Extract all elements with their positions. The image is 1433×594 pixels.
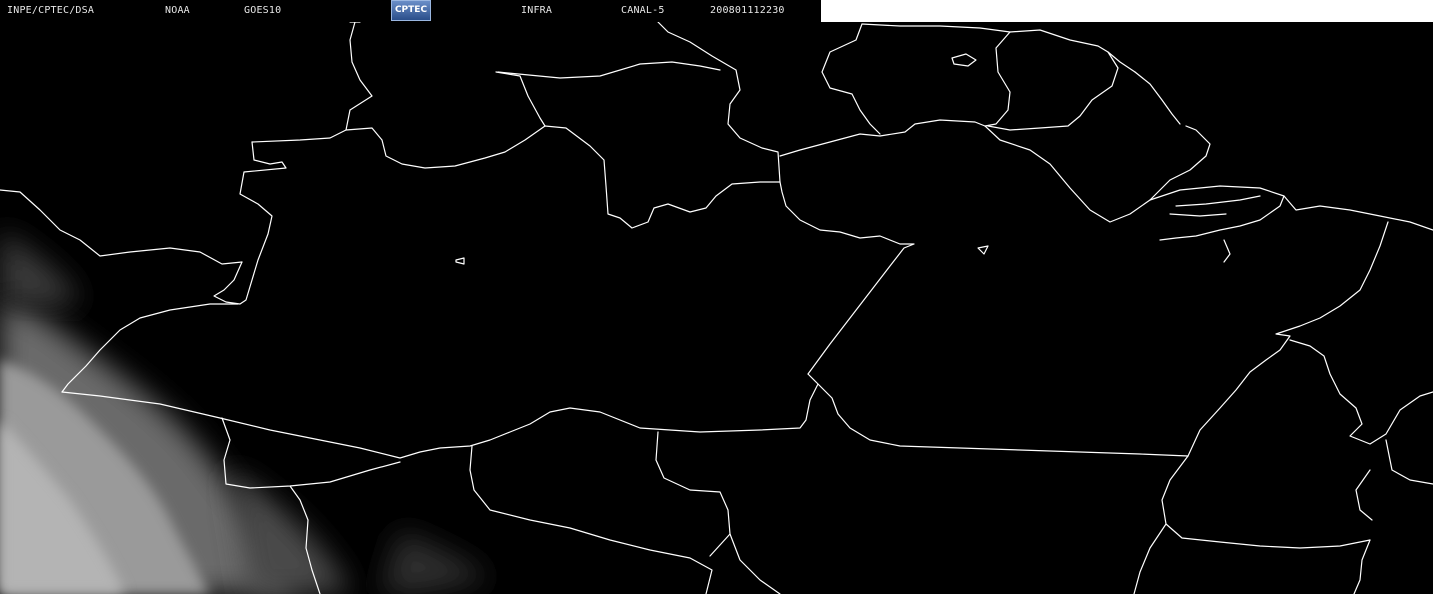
border-venezuela-upper [497,61,721,79]
amazon-delta-islands [1169,195,1261,263]
datetime-label: 200801112230 [710,5,785,16]
operator-label: NOAA [165,5,190,16]
border-amazonas-para [779,181,915,375]
border-rondonia-mt [655,431,731,557]
border-colombia-brazil [213,141,287,305]
coast-amapa [984,125,1211,223]
border-brazil-guyana [779,119,986,157]
logo-text: CPTEC [394,5,428,15]
border-para-matogrosso [817,383,1189,457]
border-rondonia [469,445,713,594]
lake-2 [977,245,989,255]
border-acre-amazonas [221,417,401,489]
border-colombia-venezuela [345,21,781,229]
border-mt-south [729,533,781,594]
infrared-map [0,21,1433,594]
agency-label: INPE/CPTEC/DSA [7,5,95,16]
coast-para [1283,195,1433,231]
border-venezuela-guyana [657,21,781,183]
amazon-delta [1149,185,1285,241]
border-fguiana-brazil [1134,71,1181,125]
border-venezuela-north [495,71,546,127]
border-mg-north [1385,439,1433,485]
border-suriname-fguiana [987,51,1119,131]
border-bahia [1161,455,1371,549]
coast-guyana-north [861,23,1011,33]
satellite-image-viewer: INPE/CPTEC/DSA NOAA GOES10 CPTEC INFRA C… [0,0,1433,594]
border-colombia-north-w [251,129,347,143]
border-ecuador [0,189,243,265]
lake-3 [951,53,977,67]
border-suriname [984,31,1011,127]
image-header-bar: INPE/CPTEC/DSA NOAA GOES10 CPTEC INFRA C… [0,0,821,22]
cptec-logo: CPTEC [391,0,431,21]
border-tocantins-east [1289,339,1433,445]
header-right-strip [821,0,1433,22]
border-guyana-suriname [821,23,881,135]
border-mg-west [1355,469,1373,521]
border-goias [1353,539,1371,594]
image-type-label: INFRA [521,5,553,16]
border-tocantins [1187,221,1389,457]
channel-label: CANAL-5 [621,5,665,16]
lake-1 [455,257,465,265]
satellite-label: GOES10 [244,5,282,16]
border-goias-tocantins [1133,523,1167,594]
cloud-cover-andes [0,230,490,594]
